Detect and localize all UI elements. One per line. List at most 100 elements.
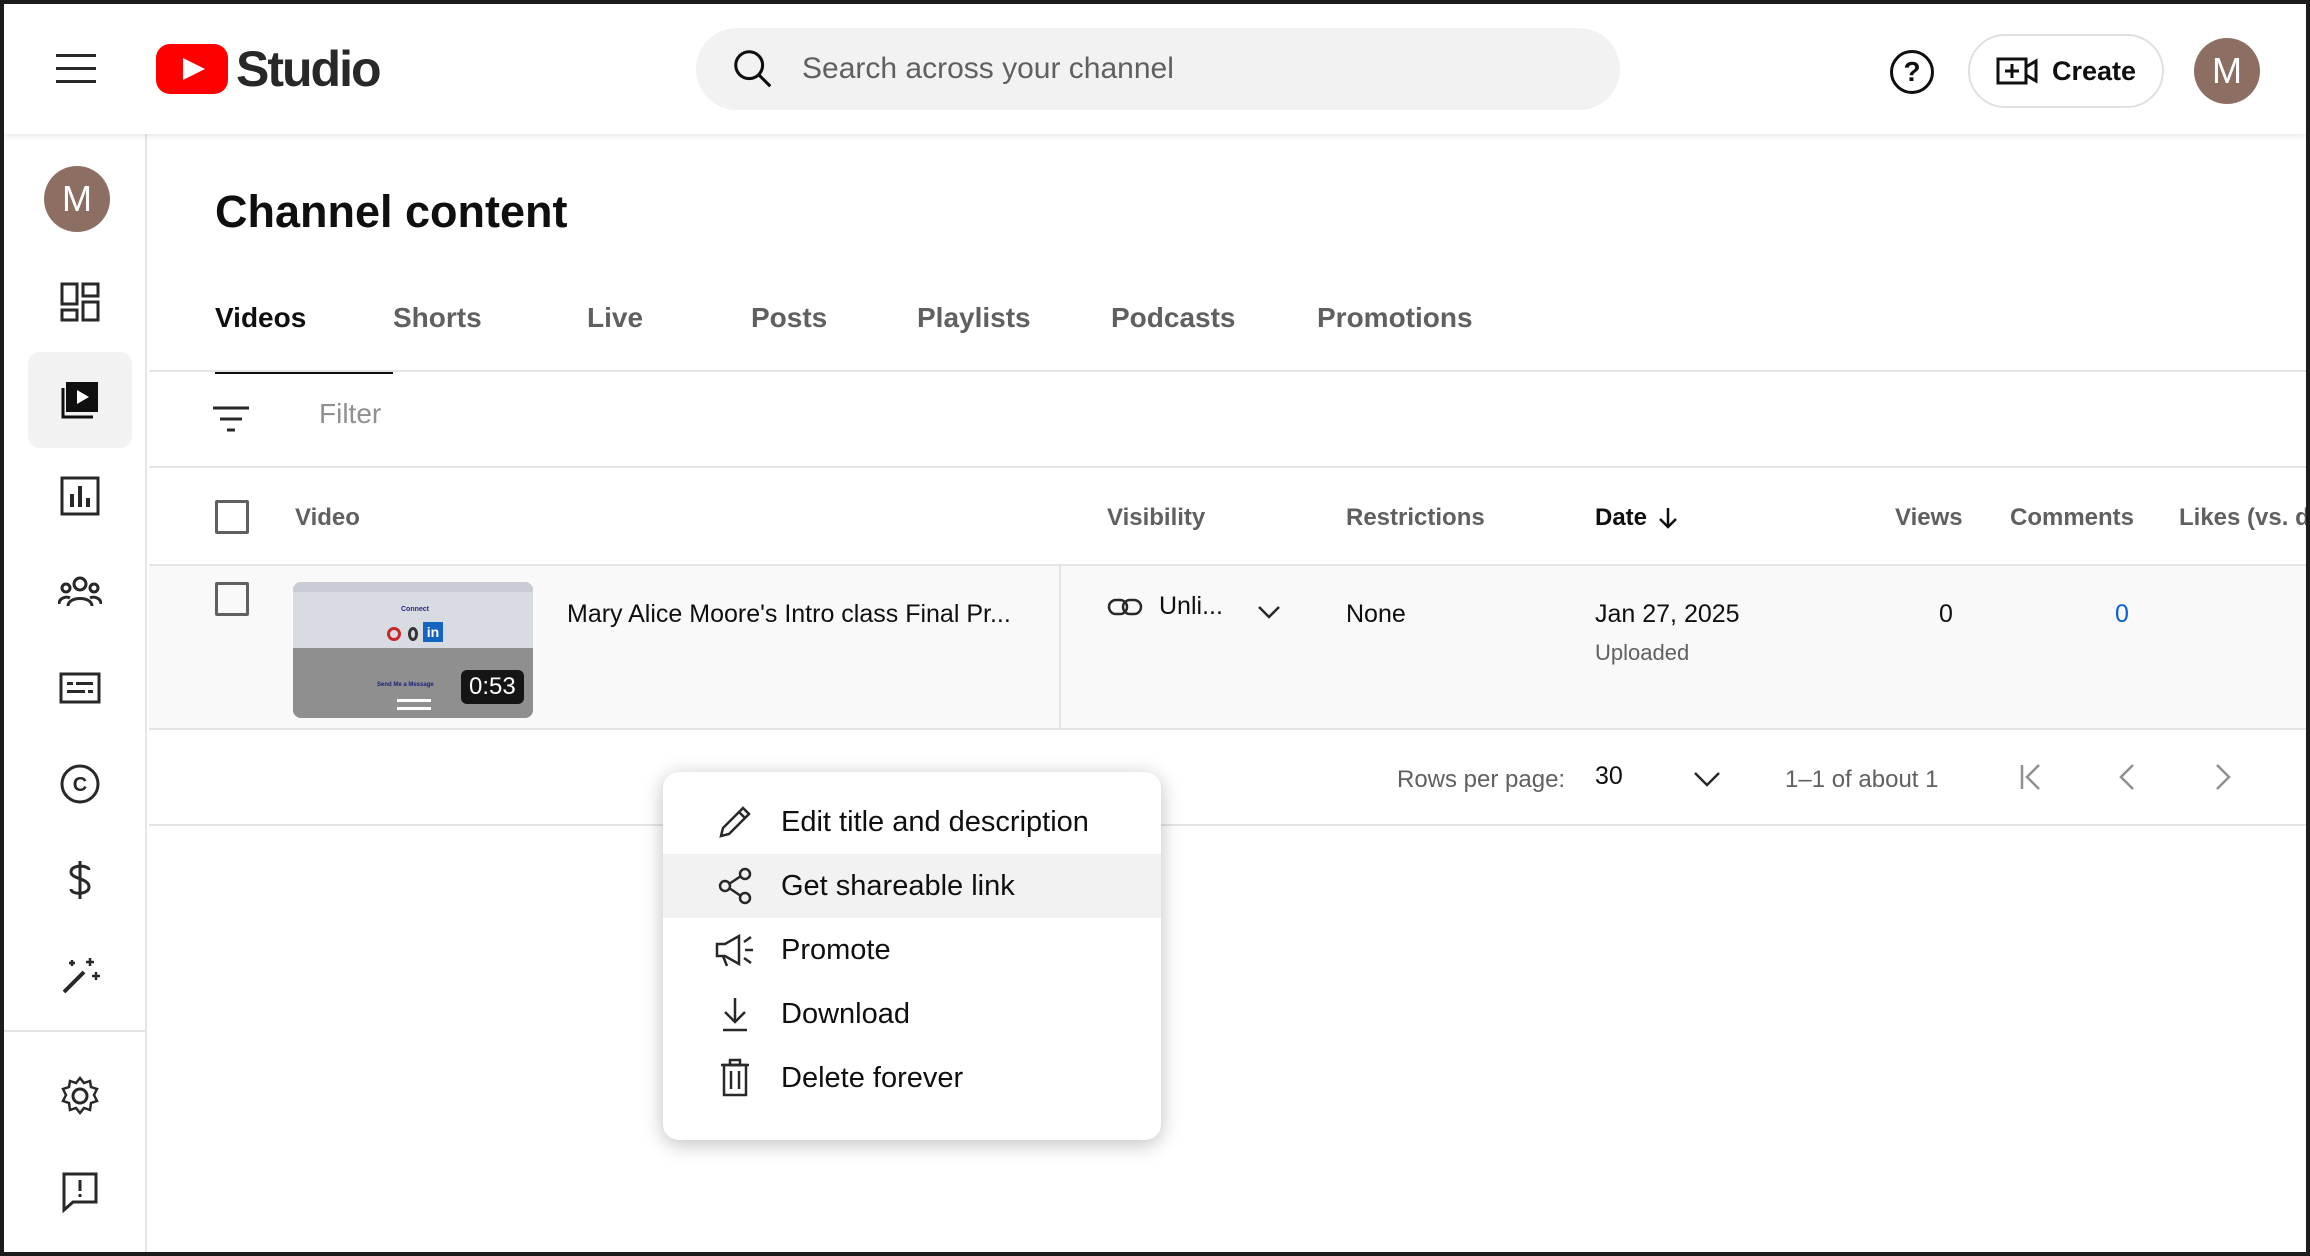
comments-value[interactable]: 0: [2115, 600, 2129, 629]
menu-item-download[interactable]: Download: [663, 982, 1161, 1046]
video-duration: 0:53: [461, 670, 524, 704]
tab-promotions[interactable]: Promotions: [1317, 302, 1517, 374]
content-tabs: Videos Shorts Live Posts Playlists Podca…: [215, 302, 1517, 374]
rows-per-page-label: Rows per page:: [1397, 766, 1566, 793]
linkedin-icon: in: [423, 622, 443, 642]
thumbnail-menu-icon: [397, 699, 431, 715]
sidebar-item-copyright[interactable]: C: [28, 736, 132, 832]
svg-text:C: C: [73, 774, 87, 796]
select-all-checkbox[interactable]: [215, 500, 249, 534]
table-row[interactable]: Connect in Send Me a Message 0:53 Mary A…: [149, 566, 2306, 730]
row-checkbox[interactable]: [215, 582, 249, 616]
first-page-icon[interactable]: [2017, 762, 2047, 792]
rows-per-page-select[interactable]: 30: [1595, 762, 1735, 798]
main-content: Channel content Videos Shorts Live Posts…: [149, 134, 2306, 1252]
previous-page-icon[interactable]: [2115, 762, 2139, 792]
analytics-icon: [60, 476, 100, 516]
subtitles-icon: [59, 672, 101, 704]
community-icon: [58, 576, 102, 607]
top-header: Studio ? Create M: [4, 4, 2306, 134]
youtube-studio-logo[interactable]: Studio: [156, 40, 382, 98]
restrictions-value: None: [1346, 600, 1406, 628]
chevron-down-icon[interactable]: [1257, 604, 1281, 620]
sidebar-item-community[interactable]: [28, 544, 132, 640]
account-avatar[interactable]: M: [2194, 38, 2260, 104]
next-page-icon[interactable]: [2211, 762, 2235, 792]
menu-item-promote[interactable]: Promote: [663, 918, 1161, 982]
megaphone-icon: [713, 928, 757, 972]
sidebar-item-dashboard[interactable]: [28, 254, 132, 350]
content-icon: [61, 382, 98, 419]
dashboard-icon: [60, 282, 100, 322]
tab-videos[interactable]: Videos: [215, 302, 393, 374]
column-date[interactable]: Date: [1595, 504, 1679, 532]
column-divider: [1059, 566, 1061, 730]
sidebar-item-earn[interactable]: [28, 832, 132, 928]
gear-icon: [61, 1075, 99, 1116]
filter-input[interactable]: [319, 398, 919, 430]
menu-icon[interactable]: [56, 54, 96, 86]
tab-posts[interactable]: Posts: [751, 302, 917, 374]
magic-wand-icon: [62, 958, 100, 994]
views-value: 0: [1939, 600, 1953, 628]
video-title[interactable]: Mary Alice Moore's Intro class Final Pr.…: [567, 600, 1011, 629]
download-icon: [713, 992, 757, 1036]
column-restrictions: Restrictions: [1346, 504, 1485, 531]
trash-icon: [713, 1056, 757, 1100]
channel-avatar[interactable]: M: [44, 166, 110, 232]
create-video-icon: [1996, 57, 2038, 85]
column-visibility: Visibility: [1107, 504, 1206, 531]
search-bar[interactable]: [696, 28, 1620, 110]
column-comments: Comments: [2010, 504, 2135, 531]
chevron-down-icon: [1694, 772, 1720, 787]
tab-playlists[interactable]: Playlists: [917, 302, 1111, 374]
search-icon[interactable]: [730, 46, 776, 92]
feedback-icon: [62, 1172, 98, 1213]
thumbnail-circle-icon: [387, 627, 401, 641]
search-input[interactable]: [802, 52, 1562, 86]
sidebar-item-content[interactable]: [28, 352, 132, 448]
tab-shorts[interactable]: Shorts: [393, 302, 587, 374]
studio-window: Studio ? Create M M C: [4, 4, 2306, 1252]
pencil-icon: [713, 800, 757, 844]
create-label: Create: [2051, 55, 2137, 86]
column-date-label: Date: [1595, 504, 1648, 531]
thumbnail-github-icon: [408, 627, 418, 641]
column-video: Video: [295, 504, 360, 531]
youtube-play-icon: [156, 44, 228, 94]
sidebar-item-send-feedback[interactable]: [28, 1144, 132, 1240]
menu-item-get-shareable-link[interactable]: Get shareable link: [663, 854, 1161, 918]
sidebar-item-analytics[interactable]: [28, 448, 132, 544]
copyright-icon: C: [60, 764, 100, 804]
tab-live[interactable]: Live: [587, 302, 751, 374]
sort-down-icon[interactable]: [1657, 506, 1679, 530]
thumbnail-message-text: Send Me a Message: [377, 682, 434, 688]
sidebar-item-customization[interactable]: [28, 928, 132, 1024]
page-range: 1–1 of about 1: [1785, 766, 1939, 793]
sidebar-divider: [4, 1030, 147, 1032]
menu-item-delete-forever[interactable]: Delete forever: [663, 1046, 1161, 1110]
help-icon[interactable]: ?: [1890, 50, 1934, 94]
date-status: Uploaded: [1595, 640, 1690, 665]
visibility-dropdown[interactable]: Unli...: [1107, 592, 1223, 621]
filter-bar: [149, 372, 2306, 468]
sidebar-item-subtitles[interactable]: [28, 640, 132, 736]
menu-item-edit-title[interactable]: Edit title and description: [663, 790, 1161, 854]
visibility-value: Unli...: [1159, 592, 1223, 620]
thumbnail-connect-text: Connect: [401, 606, 429, 613]
logo-text: Studio: [236, 41, 382, 97]
create-button[interactable]: Create: [1968, 34, 2164, 108]
link-icon: [1107, 598, 1143, 615]
sidebar-item-settings[interactable]: [28, 1048, 132, 1144]
table-header: Video Visibility Restrictions Date Views…: [149, 470, 2306, 566]
column-likes: Likes (vs. di: [2179, 504, 2306, 531]
tab-podcasts[interactable]: Podcasts: [1111, 302, 1317, 374]
rows-per-page-value: 30: [1595, 762, 1623, 790]
left-sidebar: M C: [4, 134, 147, 1252]
filter-icon[interactable]: [211, 404, 251, 436]
column-views: Views: [1895, 504, 1963, 531]
video-options-menu: Edit title and description Get shareable…: [663, 772, 1161, 1140]
share-icon: [713, 864, 757, 908]
date-value: Jan 27, 2025: [1595, 600, 1740, 628]
pagination-bar: Rows per page: 30 1–1 of about 1: [149, 730, 2306, 826]
